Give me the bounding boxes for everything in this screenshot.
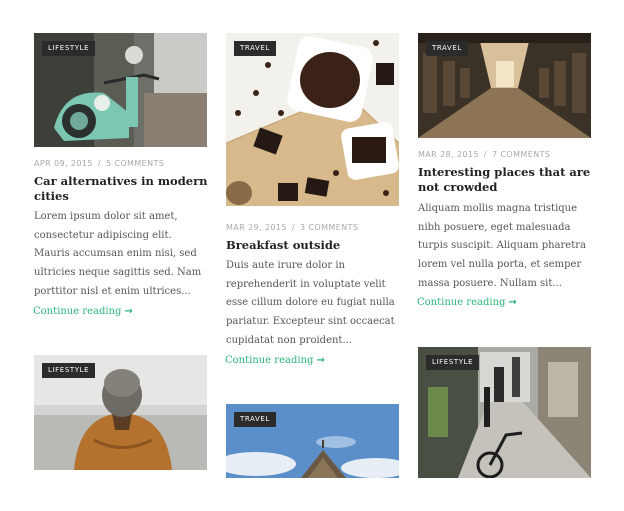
- comments-link[interactable]: 7 COMMENTS: [492, 150, 550, 159]
- post-thumbnail[interactable]: TRAVEL: [226, 33, 399, 206]
- meta-separator: /: [97, 159, 101, 168]
- post-thumbnail[interactable]: LIFESTYLE: [34, 33, 207, 147]
- post-title[interactable]: Car alternatives in modern cities: [34, 174, 209, 204]
- comments-link[interactable]: 5 COMMENTS: [106, 159, 164, 168]
- post-date: MAR 29, 2015: [226, 223, 287, 232]
- category-badge[interactable]: LIFESTYLE: [42, 41, 96, 56]
- post-meta: MAR 28, 2015 / 7 COMMENTS: [418, 150, 550, 159]
- post-meta: APR 09, 2015 / 5 COMMENTS: [34, 159, 164, 168]
- continue-reading-label: Continue reading: [417, 297, 506, 308]
- coffee-image: [226, 33, 399, 206]
- post-meta: MAR 29, 2015 / 3 COMMENTS: [226, 223, 358, 232]
- post-excerpt: Lorem ipsum dolor sit amet, consectetur …: [34, 211, 202, 297]
- comments-link[interactable]: 3 COMMENTS: [300, 223, 358, 232]
- post-thumbnail[interactable]: TRAVEL: [226, 404, 399, 478]
- continue-reading-link[interactable]: Continue reading →: [417, 297, 517, 308]
- arrow-right-icon: →: [508, 297, 517, 308]
- meta-separator: /: [483, 150, 488, 159]
- post-date: MAR 28, 2015: [418, 150, 479, 159]
- continue-reading-label: Continue reading: [225, 355, 314, 366]
- arrow-right-icon: →: [316, 355, 325, 366]
- category-badge[interactable]: TRAVEL: [234, 41, 276, 56]
- category-badge[interactable]: TRAVEL: [426, 41, 468, 56]
- arrow-right-icon: →: [124, 306, 133, 317]
- category-badge[interactable]: LIFESTYLE: [426, 355, 480, 370]
- meta-separator: /: [291, 223, 296, 232]
- post-thumbnail[interactable]: LIFESTYLE: [418, 347, 591, 478]
- post-title[interactable]: Breakfast outside: [226, 238, 401, 253]
- post-title[interactable]: Interesting places that are not crowded: [418, 165, 596, 195]
- category-badge[interactable]: TRAVEL: [234, 412, 276, 427]
- post-excerpt: Duis aute irure dolor in reprehenderit i…: [226, 260, 395, 346]
- post-thumbnail[interactable]: TRAVEL: [418, 33, 591, 138]
- post-thumbnail[interactable]: LIFESTYLE: [34, 355, 207, 470]
- continue-reading-link[interactable]: Continue reading →: [33, 306, 133, 317]
- post-date: APR 09, 2015: [34, 159, 93, 168]
- continue-reading-label: Continue reading: [33, 306, 122, 317]
- post-excerpt: Aliquam mollis magna tristique nibh posu…: [418, 203, 586, 289]
- category-badge[interactable]: LIFESTYLE: [42, 363, 96, 378]
- continue-reading-link[interactable]: Continue reading →: [225, 355, 325, 366]
